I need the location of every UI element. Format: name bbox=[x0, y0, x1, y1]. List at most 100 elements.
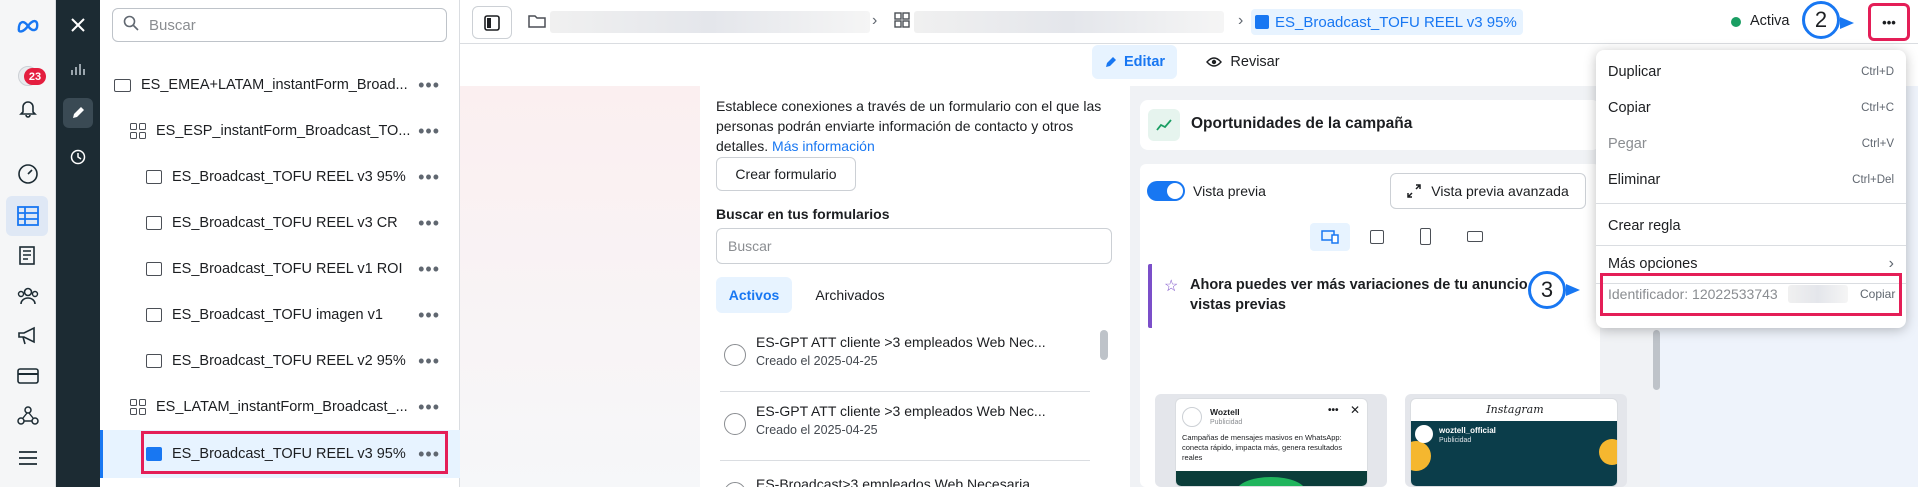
campaign-opportunities-card[interactable]: Oportunidades de la campaña bbox=[1140, 100, 1600, 150]
more-options-icon[interactable]: ••• bbox=[418, 397, 440, 418]
avatar bbox=[1182, 407, 1202, 427]
more-options-icon[interactable]: ••• bbox=[418, 351, 440, 372]
device-square-icon[interactable] bbox=[1370, 230, 1384, 244]
avatar bbox=[1415, 425, 1433, 443]
business-settings-icon[interactable] bbox=[16, 404, 40, 428]
facebook-ad-preview[interactable]: Woztell Publicidad ••• ✕ Campañas de men… bbox=[1175, 398, 1368, 487]
post-account: Woztell bbox=[1210, 407, 1240, 417]
tree-item-ad[interactable]: ES_Broadcast_TOFU REEL v1 ROI ••• bbox=[100, 246, 460, 292]
menu-item-copy[interactable]: Copiar Ctrl+C bbox=[1596, 90, 1906, 126]
gauge-icon[interactable] bbox=[16, 162, 40, 186]
identifier-redacted bbox=[1788, 285, 1848, 303]
menu-item-create-rule[interactable]: Crear regla bbox=[1596, 208, 1906, 244]
callout-pointer bbox=[1840, 17, 1854, 29]
form-description: Establece conexiones a través de un form… bbox=[716, 96, 1116, 156]
radio-button[interactable] bbox=[724, 482, 746, 487]
create-form-button[interactable]: Crear formulario bbox=[716, 157, 856, 191]
preview-toggle-label: Vista previa bbox=[1193, 183, 1266, 199]
advanced-preview-button[interactable]: Vista previa avanzada bbox=[1390, 173, 1586, 209]
tab-active[interactable]: Activos bbox=[716, 277, 792, 313]
breadcrumb-campaign-redacted[interactable] bbox=[550, 11, 870, 33]
more-info-link[interactable]: Más información bbox=[772, 138, 875, 154]
tree-item-ad[interactable]: ES_Broadcast_TOFU REEL v3 CR ••• bbox=[100, 200, 460, 246]
chevron-right-icon: › bbox=[1888, 255, 1894, 272]
search-forms-title: Buscar en tus formularios bbox=[716, 206, 890, 222]
tree-item-label: ES_EMEA+LATAM_instantForm_Broad... bbox=[141, 77, 408, 93]
more-options-icon[interactable]: ••• bbox=[418, 167, 440, 188]
menu-item-delete[interactable]: Eliminar Ctrl+Del bbox=[1596, 162, 1906, 198]
menu-item-label: Copiar bbox=[1608, 100, 1651, 116]
preview-toggle[interactable] bbox=[1147, 181, 1185, 201]
callout-3: 3 bbox=[1528, 271, 1566, 309]
breadcrumb-adset-redacted[interactable] bbox=[914, 11, 1224, 33]
megaphone-icon[interactable] bbox=[16, 324, 40, 348]
form-list-item[interactable]: ES-GPT ATT cliente >3 empleados Web Nec.… bbox=[720, 395, 1090, 461]
review-mode-button[interactable]: Revisar bbox=[1198, 45, 1288, 79]
ad-icon bbox=[1255, 15, 1269, 29]
copy-identifier-button[interactable]: Copiar bbox=[1860, 287, 1895, 301]
post-media bbox=[1176, 471, 1367, 486]
more-options-icon[interactable]: ••• bbox=[418, 121, 440, 142]
meta-logo-icon[interactable] bbox=[16, 14, 40, 38]
tree-search-input[interactable]: Buscar bbox=[112, 8, 447, 42]
more-options-icon[interactable]: ••• bbox=[418, 75, 440, 96]
device-mobile-icon[interactable] bbox=[1420, 228, 1431, 245]
folder-icon bbox=[528, 13, 546, 32]
callout-pointer bbox=[1566, 284, 1580, 296]
search-forms-input[interactable]: Buscar bbox=[716, 228, 1112, 264]
more-actions-button[interactable]: ••• bbox=[1868, 3, 1910, 41]
form-item-date: Creado el 2025-04-25 bbox=[756, 423, 878, 437]
pages-icon[interactable] bbox=[16, 244, 40, 268]
close-icon[interactable] bbox=[63, 10, 93, 40]
audience-icon[interactable] bbox=[16, 284, 40, 308]
sidebar-toggle-icon bbox=[484, 14, 500, 31]
ad-icon bbox=[146, 354, 162, 368]
ad-icon bbox=[146, 308, 162, 322]
menu-item-shortcut: Ctrl+Del bbox=[1852, 174, 1894, 186]
menu-item-duplicate[interactable]: Duplicar Ctrl+D bbox=[1596, 54, 1906, 90]
menu-item-shortcut: Ctrl+D bbox=[1861, 66, 1894, 78]
post-close-icon: ✕ bbox=[1350, 403, 1361, 417]
more-options-icon[interactable]: ••• bbox=[418, 259, 440, 280]
table-icon[interactable] bbox=[16, 204, 40, 228]
device-landscape-icon[interactable] bbox=[1467, 231, 1483, 242]
edit-pencil-icon[interactable] bbox=[63, 98, 93, 128]
ad-icon bbox=[146, 216, 162, 230]
history-clock-icon[interactable] bbox=[63, 142, 93, 172]
more-options-icon[interactable]: ••• bbox=[418, 305, 440, 326]
bell-icon[interactable] bbox=[16, 96, 40, 120]
preview-scrollbar[interactable] bbox=[1653, 330, 1660, 390]
form-list-scrollbar[interactable] bbox=[1100, 330, 1108, 360]
identifier-label: Identificador: 12022533743 bbox=[1608, 286, 1778, 302]
tree-item-campaign[interactable]: ES_EMEA+LATAM_instantForm_Broad... ••• bbox=[100, 62, 460, 108]
tree-item-adset[interactable]: ES_LATAM_instantForm_Broadcast_... ••• bbox=[100, 384, 460, 430]
radio-button[interactable] bbox=[724, 344, 746, 366]
tree-item-ad[interactable]: ES_Broadcast_TOFU imagen v1 ••• bbox=[100, 292, 460, 338]
form-list-item[interactable]: ES-Broadcast>3 empleados Web Necesaria bbox=[720, 464, 1090, 487]
chevron-right-icon: › bbox=[1238, 12, 1244, 29]
tree-item-adset[interactable]: ES_ESP_instantForm_Broadcast_TO... ••• bbox=[100, 108, 460, 154]
more-options-icon[interactable]: ••• bbox=[418, 213, 440, 234]
post-more-icon: ••• bbox=[1328, 405, 1339, 416]
radio-button[interactable] bbox=[724, 413, 746, 435]
breadcrumb-current-label: ES_Broadcast_TOFU REEL v3 95% bbox=[1275, 13, 1517, 31]
menu-item-paste: Pegar Ctrl+V bbox=[1596, 126, 1906, 162]
chevron-right-icon: › bbox=[872, 12, 878, 29]
breadcrumb-current-ad[interactable]: ES_Broadcast_TOFU REEL v3 95% bbox=[1251, 9, 1523, 35]
toggle-panel-button[interactable] bbox=[472, 6, 512, 39]
review-mode-label: Revisar bbox=[1230, 54, 1280, 70]
edit-pencil-icon bbox=[1105, 57, 1116, 67]
menu-item-shortcut: Ctrl+C bbox=[1861, 102, 1894, 114]
billing-card-icon[interactable] bbox=[16, 364, 40, 388]
device-desktop-mobile-icon[interactable] bbox=[1310, 223, 1350, 251]
edit-mode-button[interactable]: Editar bbox=[1092, 45, 1177, 79]
tree-item-ad[interactable]: ES_Broadcast_TOFU REEL v2 95% ••• bbox=[100, 338, 460, 384]
form-list-item[interactable]: ES-GPT ATT cliente >3 empleados Web Nec.… bbox=[720, 326, 1090, 392]
menu-item-label: Pegar bbox=[1608, 136, 1647, 152]
tab-archived[interactable]: Archivados bbox=[805, 277, 895, 313]
chart-icon[interactable] bbox=[63, 54, 93, 84]
eye-icon bbox=[1206, 57, 1223, 67]
tree-item-ad[interactable]: ES_Broadcast_TOFU REEL v3 95% ••• bbox=[100, 154, 460, 200]
hamburger-menu-icon[interactable] bbox=[16, 446, 40, 470]
instagram-ad-preview[interactable]: Instagram woztell_official Publicidad bbox=[1410, 398, 1618, 487]
